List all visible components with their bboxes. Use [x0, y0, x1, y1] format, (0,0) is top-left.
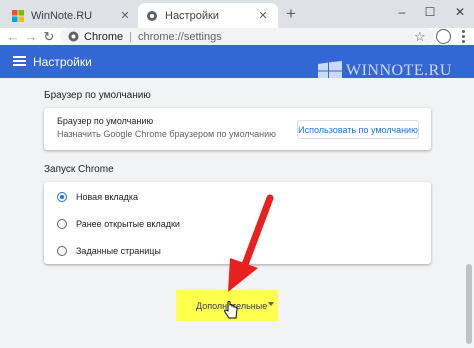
new-tab-button[interactable]: + [282, 4, 300, 23]
radio-label: Новая вкладка [76, 192, 139, 202]
default-browser-row-title: Браузер по умолчанию [57, 116, 154, 126]
page-title: Настройки [33, 55, 92, 69]
forward-arrow-icon[interactable]: → [22, 28, 40, 45]
default-browser-card: Браузер по умолчанию Назначить Google Ch… [44, 108, 431, 150]
reload-icon[interactable]: ↻ [40, 28, 58, 45]
hand-pointer-icon [224, 301, 238, 319]
close-window-icon[interactable]: ✕ [446, 0, 474, 24]
url-text: chrome://settings [137, 30, 222, 43]
radio-label: Заданные страницы [76, 246, 161, 256]
section-title-startup: Запуск Chrome [44, 164, 114, 175]
origin-chip: Chrome [84, 30, 124, 43]
make-default-button[interactable]: Использовать по умолчанию [297, 120, 419, 139]
startup-card: Новая вкладка Ранее открытые вкладки Зад… [44, 182, 431, 264]
close-tab-icon[interactable]: ✕ [256, 9, 270, 23]
tab-strip: WinNote.RU ✕ Настройки ✕ + – ☐ ✕ [0, 0, 474, 28]
tab-title: WinNote.RU [31, 9, 93, 22]
minimize-window-icon[interactable]: – [388, 0, 416, 24]
maximize-window-icon[interactable]: ☐ [416, 0, 444, 24]
caret-down-icon [268, 302, 274, 306]
section-title-default-browser: Браузер по умолчанию [44, 90, 151, 101]
more-menu-icon[interactable] [458, 29, 468, 44]
tab-title: Настройки [165, 9, 219, 22]
hamburger-menu-icon[interactable] [13, 56, 26, 66]
tab-settings[interactable]: Настройки ✕ [138, 3, 278, 28]
radio-label: Ранее открытые вкладки [76, 219, 180, 229]
browser-toolbar: ← → ↻ Chrome | chrome://settings ☆ [0, 28, 474, 45]
close-tab-icon[interactable]: ✕ [118, 9, 132, 23]
chrome-logo-icon [68, 31, 79, 42]
radio-previous-tabs[interactable] [57, 219, 67, 229]
address-bar[interactable]: Chrome | chrome://settings [60, 28, 434, 45]
tab-winnote[interactable]: WinNote.RU ✕ [4, 3, 140, 28]
radio-specific-pages[interactable] [57, 246, 67, 256]
back-arrow-icon[interactable]: ← [4, 28, 22, 45]
radio-new-tab[interactable] [57, 192, 67, 202]
default-browser-row-subtitle: Назначить Google Chrome браузером по умо… [57, 129, 276, 139]
scrollbar-thumb[interactable] [466, 264, 472, 344]
address-separator: | [129, 30, 132, 43]
bookmark-star-icon[interactable]: ☆ [414, 29, 426, 45]
windows-logo-icon [12, 9, 24, 22]
settings-gear-icon [147, 10, 157, 21]
account-icon[interactable] [436, 29, 451, 44]
